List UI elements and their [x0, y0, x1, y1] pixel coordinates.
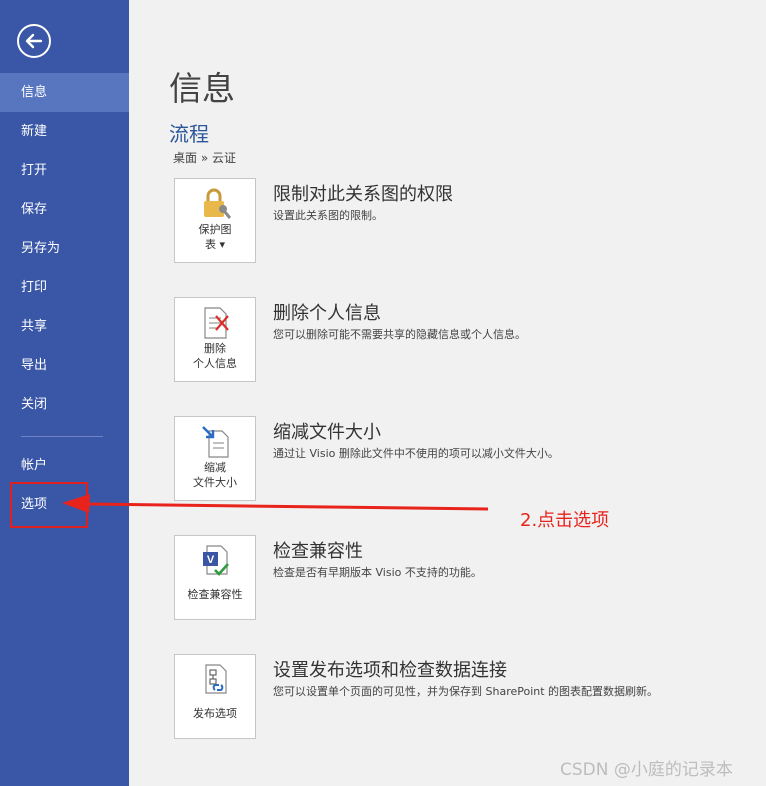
watermark: CSDN @小庭的记录本 — [560, 760, 733, 780]
check-compatibility-button[interactable]: V 检查兼容性 — [174, 535, 256, 620]
check-compatibility-icon: V — [203, 545, 229, 576]
publish-options-icon — [205, 664, 227, 694]
tile-label: 表 ▾ — [204, 238, 226, 251]
tile-label: 文件大小 — [193, 476, 237, 489]
reduce-file-size-icon — [202, 426, 229, 458]
sidebar-divider — [21, 436, 103, 437]
sidebar-item-new[interactable]: 新建 — [0, 112, 129, 151]
sidebar-item-save[interactable]: 保存 — [0, 190, 129, 229]
section-title: 检查兼容性 — [273, 541, 363, 562]
section-description: 设置此关系图的限制。 — [273, 209, 383, 222]
section-title: 删除个人信息 — [273, 303, 381, 324]
tile-label: 缩减 — [204, 461, 226, 474]
sidebar-item-close[interactable]: 关闭 — [0, 385, 129, 424]
remove-personal-info-icon — [204, 307, 229, 339]
section-title: 设置发布选项和检查数据连接 — [273, 660, 507, 681]
sidebar-item-account[interactable]: 帐户 — [0, 446, 129, 485]
document-path: 桌面 » 云证 — [173, 151, 236, 165]
section-description: 检查是否有早期版本 Visio 不支持的功能。 — [273, 566, 482, 579]
annotation-text: 2.点击选项 — [520, 510, 610, 531]
page-title: 信息 — [169, 69, 235, 108]
tile-label: 个人信息 — [193, 357, 237, 370]
section-description: 您可以删除可能不需要共享的隐藏信息或个人信息。 — [273, 328, 526, 341]
tile-label: 保护图 — [198, 223, 232, 236]
tile-label: 发布选项 — [193, 707, 237, 720]
tile-label: 删除 — [204, 342, 226, 355]
sidebar-item-share[interactable]: 共享 — [0, 307, 129, 346]
document-title: 流程 — [169, 122, 209, 146]
sidebar-item-info[interactable]: 信息 — [0, 73, 129, 112]
back-arrow-icon[interactable] — [17, 24, 51, 58]
sidebar-item-save-as[interactable]: 另存为 — [0, 229, 129, 268]
publish-options-button[interactable]: 发布选项 — [174, 654, 256, 739]
protect-diagram-button[interactable]: 保护图 表 ▾ — [174, 178, 256, 263]
sidebar-item-export[interactable]: 导出 — [0, 346, 129, 385]
section-description: 通过让 Visio 删除此文件中不使用的项可以减小文件大小。 — [273, 447, 559, 460]
sidebar-item-open[interactable]: 打开 — [0, 151, 129, 190]
section-description: 您可以设置单个页面的可见性，并为保存到 SharePoint 的图表配置数据刷新… — [273, 685, 659, 698]
annotation-arrow — [62, 494, 489, 513]
remove-personal-info-button[interactable]: 删除 个人信息 — [174, 297, 256, 382]
section-title: 缩减文件大小 — [273, 422, 381, 443]
tile-label: 检查兼容性 — [187, 588, 243, 601]
sidebar-item-print[interactable]: 打印 — [0, 268, 129, 307]
backstage-sidebar: 信息 新建 打开 保存 另存为 打印 共享 导出 关闭 帐户 选项 — [0, 0, 129, 786]
section-title: 限制对此关系图的权限 — [273, 184, 453, 205]
lock-key-icon — [204, 188, 231, 219]
svg-text:V: V — [207, 554, 215, 566]
